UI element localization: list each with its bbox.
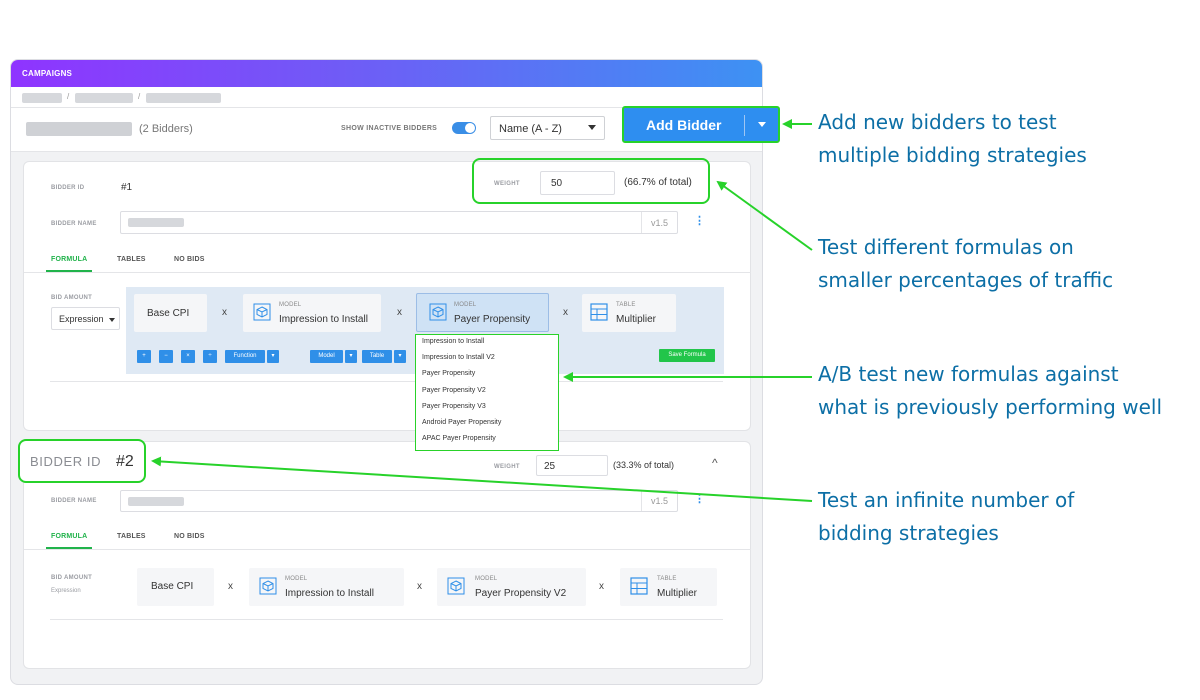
annotation-line: Test different formulas on xyxy=(818,235,1074,259)
annotation-infinite-strategies: Test an infinite number of bidding strat… xyxy=(818,484,1074,550)
annotation-line: multiple bidding strategies xyxy=(818,143,1087,167)
annotation-ab-test: A/B test new formulas against what is pr… xyxy=(818,358,1162,424)
annotation-line: A/B test new formulas against xyxy=(818,362,1119,386)
annotation-line: what is previously performing well xyxy=(818,395,1162,419)
arrow-weight xyxy=(716,180,813,251)
annotation-line: Add new bidders to test xyxy=(818,110,1057,134)
annotation-add-bidders: Add new bidders to test multiple bidding… xyxy=(818,106,1087,172)
annotation-line: bidding strategies xyxy=(818,521,999,545)
arrow-bidder-id xyxy=(151,456,813,502)
annotation-line: smaller percentages of traffic xyxy=(818,268,1114,292)
annotation-line: Test an infinite number of xyxy=(818,488,1075,512)
annotation-arrows xyxy=(151,119,813,502)
annotation-formulas-traffic: Test different formulas on smaller perce… xyxy=(818,231,1113,297)
